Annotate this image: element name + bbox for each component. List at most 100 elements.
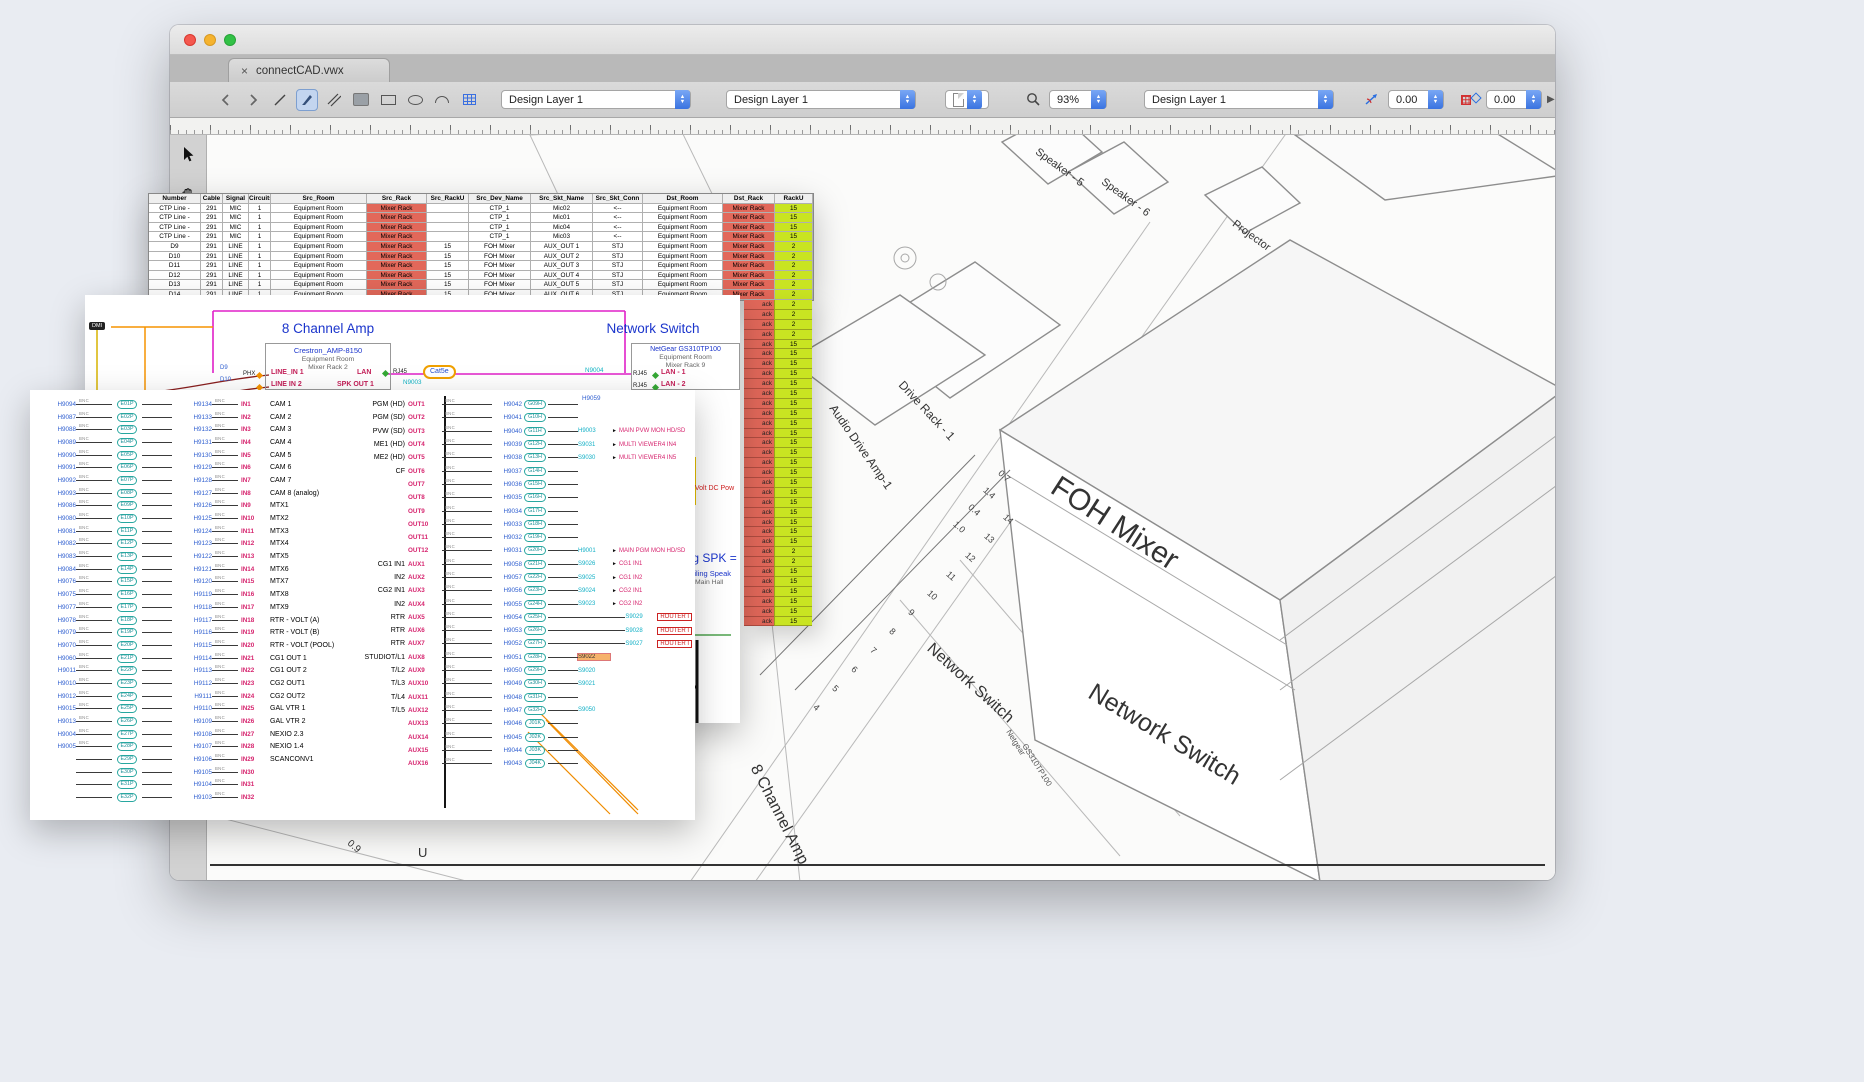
table-cell[interactable]: Equipment Room xyxy=(271,232,367,242)
table-cell[interactable]: 15 xyxy=(427,261,469,271)
table-cell[interactable]: Equipment Room xyxy=(643,261,723,271)
table-cell[interactable]: Equipment Room xyxy=(643,252,723,262)
table-cell[interactable]: D12 xyxy=(149,271,201,281)
table-cell[interactable]: D11 xyxy=(149,261,201,271)
table-cell[interactable]: CTP_1 xyxy=(469,204,531,214)
table-cell[interactable]: Equipment Room xyxy=(271,252,367,262)
table-cell[interactable]: 2 xyxy=(775,280,813,290)
table-cell[interactable]: FOH Mixer xyxy=(469,242,531,252)
table-cell[interactable]: Equipment Room xyxy=(643,242,723,252)
table-cell[interactable]: <-- xyxy=(593,204,643,214)
zoom-window-button[interactable] xyxy=(224,34,236,46)
table-cell[interactable]: 15 xyxy=(775,204,813,214)
table-cell[interactable]: Mic04 xyxy=(531,223,593,233)
table-cell[interactable]: 1 xyxy=(249,213,271,223)
table-cell[interactable]: Equipment Room xyxy=(643,213,723,223)
table-cell[interactable]: 1 xyxy=(249,242,271,252)
table-cell[interactable]: CTP_1 xyxy=(469,223,531,233)
table-cell[interactable]: 291 xyxy=(201,204,223,214)
table-cell[interactable]: CTP_1 xyxy=(469,232,531,242)
table-cell[interactable]: 15 xyxy=(427,280,469,290)
selection-tool[interactable] xyxy=(176,143,200,167)
table-cell[interactable]: 291 xyxy=(201,252,223,262)
column-header[interactable]: Number xyxy=(149,194,201,204)
fill-swatch[interactable] xyxy=(350,89,372,111)
table-cell[interactable]: Mixer Rack xyxy=(723,213,775,223)
cable-schedule-window[interactable]: NumberCableSignalCircuitsSrc_RoomSrc_Rac… xyxy=(148,193,814,301)
column-header[interactable]: RackU xyxy=(775,194,813,204)
table-cell[interactable]: Equipment Room xyxy=(271,213,367,223)
table-cell[interactable]: <-- xyxy=(593,213,643,223)
table-cell[interactable]: Equipment Room xyxy=(271,223,367,233)
table-cell[interactable]: CTP Line - xyxy=(149,223,201,233)
table-cell[interactable]: Mixer Rack xyxy=(723,204,775,214)
table-cell[interactable]: Mixer Rack xyxy=(367,232,427,242)
table-cell[interactable]: 1 xyxy=(249,223,271,233)
stepper-icon[interactable]: ▲▼ xyxy=(967,90,982,109)
table-cell[interactable]: Mixer Rack xyxy=(723,252,775,262)
table-cell[interactable]: 15 xyxy=(775,232,813,242)
table-cell[interactable]: FOH Mixer xyxy=(469,280,531,290)
design-layer-select-3[interactable]: Design Layer 1 ▲▼ xyxy=(1144,90,1334,109)
table-cell[interactable]: Equipment Room xyxy=(271,204,367,214)
sheet-select[interactable]: ▲▼ xyxy=(945,90,989,109)
design-layer-select-1[interactable]: Design Layer 1 ▲▼ xyxy=(501,90,691,109)
grid-tool[interactable] xyxy=(458,89,480,111)
column-header[interactable]: Src_Dev_Name xyxy=(469,194,531,204)
table-cell[interactable]: 2 xyxy=(775,252,813,262)
table-cell[interactable]: Mixer Rack xyxy=(367,252,427,262)
table-cell[interactable]: 15 xyxy=(427,242,469,252)
table-cell[interactable]: LINE xyxy=(223,252,249,262)
table-cell[interactable]: <-- xyxy=(593,232,643,242)
table-cell[interactable]: STJ xyxy=(593,261,643,271)
table-cell[interactable]: Equipment Room xyxy=(271,261,367,271)
table-cell[interactable]: 291 xyxy=(201,280,223,290)
table-cell[interactable]: Mixer Rack xyxy=(367,280,427,290)
table-cell[interactable]: AUX_OUT 3 xyxy=(531,261,593,271)
table-cell[interactable]: Mixer Rack xyxy=(367,242,427,252)
column-header[interactable]: Circuits xyxy=(249,194,271,204)
table-cell[interactable]: LINE xyxy=(223,280,249,290)
table-cell[interactable]: 1 xyxy=(249,261,271,271)
column-header[interactable]: Dst_Rack xyxy=(723,194,775,204)
column-header[interactable]: Src_Rack xyxy=(367,194,427,204)
table-cell[interactable]: MIC xyxy=(223,204,249,214)
stepper-icon[interactable]: ▲▼ xyxy=(1318,90,1333,109)
close-window-button[interactable] xyxy=(184,34,196,46)
stepper-icon[interactable]: ▲▼ xyxy=(1526,90,1541,109)
table-cell[interactable]: Equipment Room xyxy=(643,280,723,290)
column-header[interactable]: Dst_Room xyxy=(643,194,723,204)
table-cell[interactable]: 291 xyxy=(201,261,223,271)
table-cell[interactable]: Mixer Rack xyxy=(367,271,427,281)
table-cell[interactable]: FOH Mixer xyxy=(469,261,531,271)
column-header[interactable]: Signal xyxy=(223,194,249,204)
table-cell[interactable] xyxy=(427,232,469,242)
column-header[interactable]: Src_RackU xyxy=(427,194,469,204)
table-cell[interactable]: 15 xyxy=(427,271,469,281)
table-cell[interactable]: STJ xyxy=(593,271,643,281)
stepper-icon[interactable]: ▲▼ xyxy=(900,90,915,109)
angle-field-2[interactable]: 0.00 ▲▼ xyxy=(1486,90,1542,109)
table-cell[interactable]: MIC xyxy=(223,223,249,233)
table-cell[interactable]: 1 xyxy=(249,280,271,290)
table-cell[interactable]: 1 xyxy=(249,204,271,214)
minimize-window-button[interactable] xyxy=(204,34,216,46)
stepper-icon[interactable]: ▲▼ xyxy=(1091,90,1106,109)
column-header[interactable]: Src_Skt_Conn xyxy=(593,194,643,204)
table-cell[interactable]: Mic01 xyxy=(531,213,593,223)
toolbar-overflow-chevron[interactable]: ▶ xyxy=(1547,94,1555,105)
table-cell[interactable]: CTP Line - xyxy=(149,232,201,242)
table-cell[interactable]: FOH Mixer xyxy=(469,271,531,281)
rectangle-tool[interactable] xyxy=(377,89,399,111)
table-cell[interactable]: LINE xyxy=(223,242,249,252)
table-cell[interactable]: Mixer Rack xyxy=(367,261,427,271)
column-header[interactable]: Src_Room xyxy=(271,194,367,204)
table-cell[interactable]: Equipment Room xyxy=(643,223,723,233)
table-cell[interactable]: Mixer Rack xyxy=(367,204,427,214)
stepper-icon[interactable]: ▲▼ xyxy=(675,90,690,109)
zoom-select[interactable]: 93% ▲▼ xyxy=(1049,90,1107,109)
table-cell[interactable]: 291 xyxy=(201,242,223,252)
table-cell[interactable]: 2 xyxy=(775,271,813,281)
table-cell[interactable]: Mic02 xyxy=(531,204,593,214)
close-tab-icon[interactable]: × xyxy=(241,64,248,78)
